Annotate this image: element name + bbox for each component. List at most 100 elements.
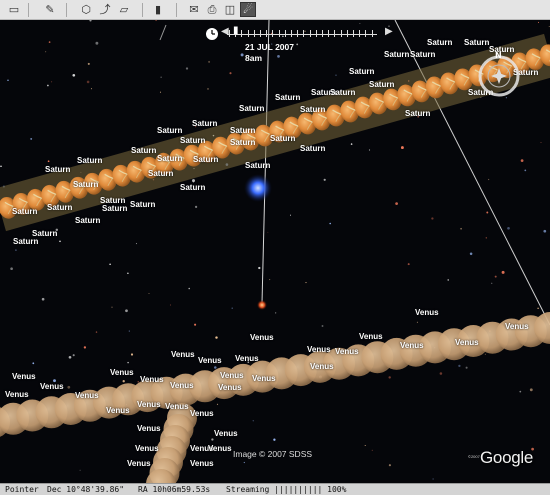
venus-label[interactable]: Venus — [198, 356, 222, 365]
venus-label[interactable]: Venus — [415, 308, 439, 317]
saturn-label[interactable]: Saturn — [369, 80, 394, 89]
venus-label[interactable]: Venus — [250, 333, 274, 342]
saturn-label[interactable]: Saturn — [270, 134, 295, 143]
star — [79, 469, 81, 471]
venus-label[interactable]: Venus — [235, 354, 259, 363]
venus-label[interactable]: Venus — [40, 382, 64, 391]
saturn-label[interactable]: Saturn — [131, 146, 156, 155]
venus-label[interactable]: Venus — [505, 322, 529, 331]
saturn-label[interactable]: Saturn — [75, 216, 100, 225]
slider-start-arrow-icon[interactable]: ◀ — [221, 26, 229, 37]
saturn-label[interactable]: Saturn — [13, 237, 38, 246]
venus-label[interactable]: Venus — [106, 406, 130, 415]
venus-label[interactable]: Venus — [220, 371, 244, 380]
saturn-label[interactable]: Saturn — [12, 207, 37, 216]
venus-label[interactable]: Venus — [335, 347, 359, 356]
print-button[interactable]: ⎙ — [204, 2, 220, 17]
saturn-label[interactable]: Saturn — [300, 105, 325, 114]
sidebar-icon: ▭ — [8, 3, 20, 16]
red-star-icon[interactable] — [257, 300, 267, 310]
sky-button[interactable]: ☄ — [240, 2, 256, 17]
placemark-button[interactable]: ✎ — [42, 2, 58, 17]
saturn-label[interactable]: Saturn — [102, 204, 127, 213]
saturn-label[interactable]: Saturn — [192, 119, 217, 128]
venus-label[interactable]: Venus — [5, 390, 29, 399]
saturn-label[interactable]: Saturn — [427, 38, 452, 47]
venus-label[interactable]: Venus — [75, 391, 99, 400]
venus-label[interactable]: Venus — [137, 400, 161, 409]
venus-label[interactable]: Venus — [252, 374, 276, 383]
north-label[interactable]: N — [495, 51, 502, 60]
venus-label[interactable]: Venus — [359, 332, 383, 341]
slider-tick — [365, 30, 367, 37]
sky-view[interactable]: Saturn Saturn Saturn Saturn Saturn Saturn Satu… — [0, 20, 550, 483]
venus-label[interactable]: Venus — [190, 459, 214, 468]
saturn-label[interactable]: Saturn — [410, 50, 435, 59]
venus-label[interactable]: Venus — [110, 368, 134, 377]
saturn-label[interactable]: Saturn — [180, 136, 205, 145]
venus-label[interactable]: Venus — [214, 429, 238, 438]
venus-label[interactable]: Venus — [400, 341, 424, 350]
ruler-button[interactable]: ▮ — [150, 2, 166, 17]
star — [32, 362, 35, 365]
path-button[interactable]: ⤴ — [97, 2, 113, 17]
venus-label[interactable]: Venus — [171, 350, 195, 359]
navigation-control[interactable]: N — [475, 51, 523, 100]
venus-label[interactable]: Venus — [310, 362, 334, 371]
saturn-label[interactable]: Saturn — [275, 93, 300, 102]
star — [41, 297, 45, 301]
clock-icon[interactable] — [205, 27, 219, 41]
saturn-label[interactable]: Saturn — [157, 126, 182, 135]
venus-label[interactable]: Venus — [208, 444, 232, 453]
star — [323, 178, 326, 181]
maps-button[interactable]: ◫ — [222, 2, 238, 17]
venus-label[interactable]: Venus — [218, 383, 242, 392]
venus-label[interactable]: Venus — [140, 375, 164, 384]
saturn-label[interactable]: Saturn — [193, 155, 218, 164]
polygon-button[interactable]: ⬡ — [78, 2, 94, 17]
saturn-label[interactable]: Saturn — [32, 229, 57, 238]
slider-tick — [359, 30, 361, 37]
venus-label[interactable]: Venus — [170, 381, 194, 390]
saturn-label[interactable]: Saturn — [405, 109, 430, 118]
venus-label[interactable]: Venus — [137, 424, 161, 433]
star — [494, 275, 497, 278]
saturn-label[interactable]: Saturn — [130, 200, 155, 209]
slider-thumb[interactable]: ▮ — [233, 25, 239, 36]
saturn-label[interactable]: Saturn — [157, 154, 182, 163]
saturn-label[interactable]: Saturn — [47, 203, 72, 212]
venus-label[interactable]: Venus — [190, 409, 214, 418]
saturn-label[interactable]: Saturn — [464, 38, 489, 47]
star — [89, 20, 92, 22]
saturn-label[interactable]: Saturn — [230, 126, 255, 135]
star — [0, 165, 2, 167]
pointer-label: Pointer — [5, 485, 39, 494]
venus-label[interactable]: Venus — [135, 444, 159, 453]
overlay-button[interactable]: ▱ — [116, 2, 132, 17]
blue-star-icon[interactable] — [244, 174, 272, 202]
star — [321, 325, 324, 327]
sidebar-toggle-button[interactable]: ▭ — [6, 2, 22, 17]
venus-label[interactable]: Venus — [165, 402, 189, 411]
star — [400, 146, 404, 150]
saturn-label[interactable]: Saturn — [239, 104, 264, 113]
saturn-label[interactable]: Saturn — [180, 183, 205, 192]
venus-label[interactable]: Venus — [12, 372, 36, 381]
venus-label[interactable]: Venus — [127, 459, 151, 468]
saturn-label[interactable]: Saturn — [45, 165, 70, 174]
saturn-label[interactable]: Saturn — [73, 180, 98, 189]
venus-label[interactable]: Venus — [307, 345, 331, 354]
saturn-label[interactable]: Saturn — [77, 156, 102, 165]
saturn-label[interactable]: Saturn — [148, 169, 173, 178]
saturn-label[interactable]: Saturn — [230, 138, 255, 147]
saturn-label[interactable]: Saturn — [300, 144, 325, 153]
saturn-label[interactable]: Saturn — [330, 88, 355, 97]
time-slider[interactable]: ◀ ▮ ▶ 21 JUL 2007 8am — [205, 25, 405, 63]
slider-track[interactable] — [227, 34, 377, 35]
saturn-label[interactable]: Saturn — [349, 67, 374, 76]
star — [484, 353, 486, 355]
slider-end-arrow-icon[interactable]: ▶ — [385, 26, 393, 37]
email-button[interactable]: ✉ — [186, 2, 202, 17]
saturn-label[interactable]: Saturn — [245, 161, 270, 170]
venus-label[interactable]: Venus — [455, 338, 479, 347]
